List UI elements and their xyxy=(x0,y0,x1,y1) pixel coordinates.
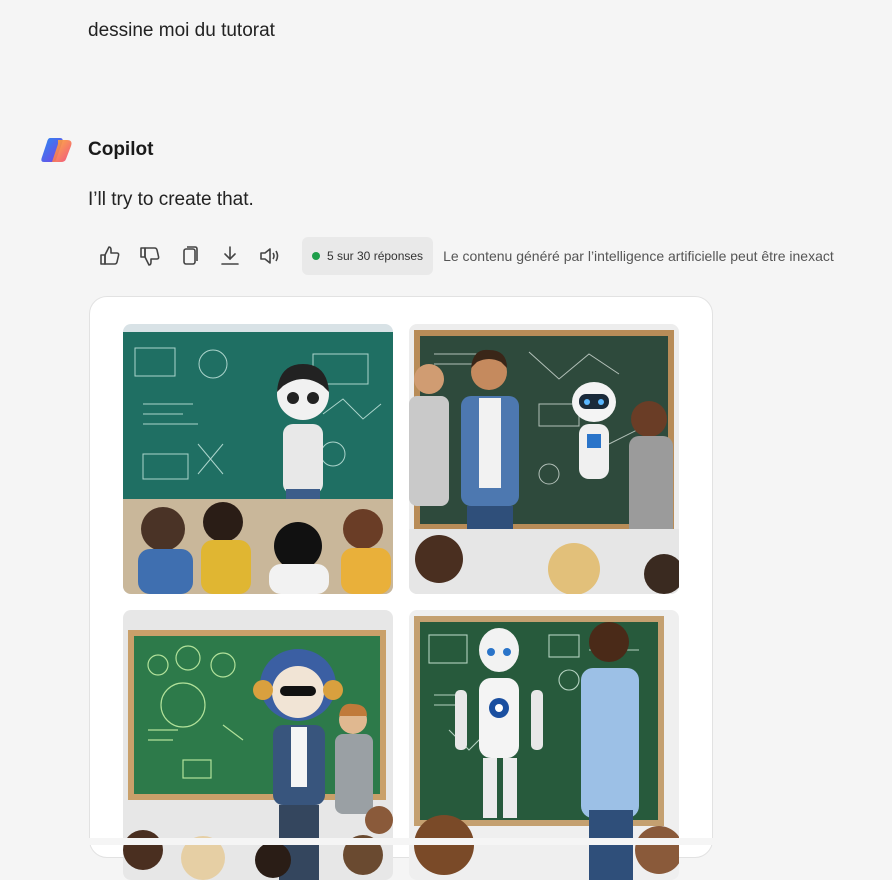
speaker-icon[interactable] xyxy=(256,242,284,270)
copilot-logo-icon xyxy=(41,138,72,162)
generated-image-1[interactable] xyxy=(123,324,393,594)
status-dot-icon xyxy=(312,252,320,260)
message-action-bar: 5 sur 30 réponses Le contenu généré par … xyxy=(96,236,834,276)
response-counter: 5 sur 30 réponses xyxy=(327,249,424,263)
assistant-header: Copilot xyxy=(40,136,153,164)
download-icon[interactable] xyxy=(216,242,244,270)
thumbs-up-icon[interactable] xyxy=(96,242,124,270)
response-counter-badge: 5 sur 30 réponses xyxy=(302,237,434,275)
thumbs-down-icon[interactable] xyxy=(136,242,164,270)
assistant-name: Copilot xyxy=(88,139,154,160)
generated-image-2[interactable] xyxy=(409,324,679,594)
generated-images-card xyxy=(89,296,713,880)
user-message: dessine moi du tutorat xyxy=(88,20,275,41)
page-bottom xyxy=(0,838,892,845)
copy-icon[interactable] xyxy=(176,242,204,270)
assistant-message: I’ll try to create that. xyxy=(88,189,254,210)
ai-disclaimer: Le contenu généré par l’intelligence art… xyxy=(443,248,834,264)
